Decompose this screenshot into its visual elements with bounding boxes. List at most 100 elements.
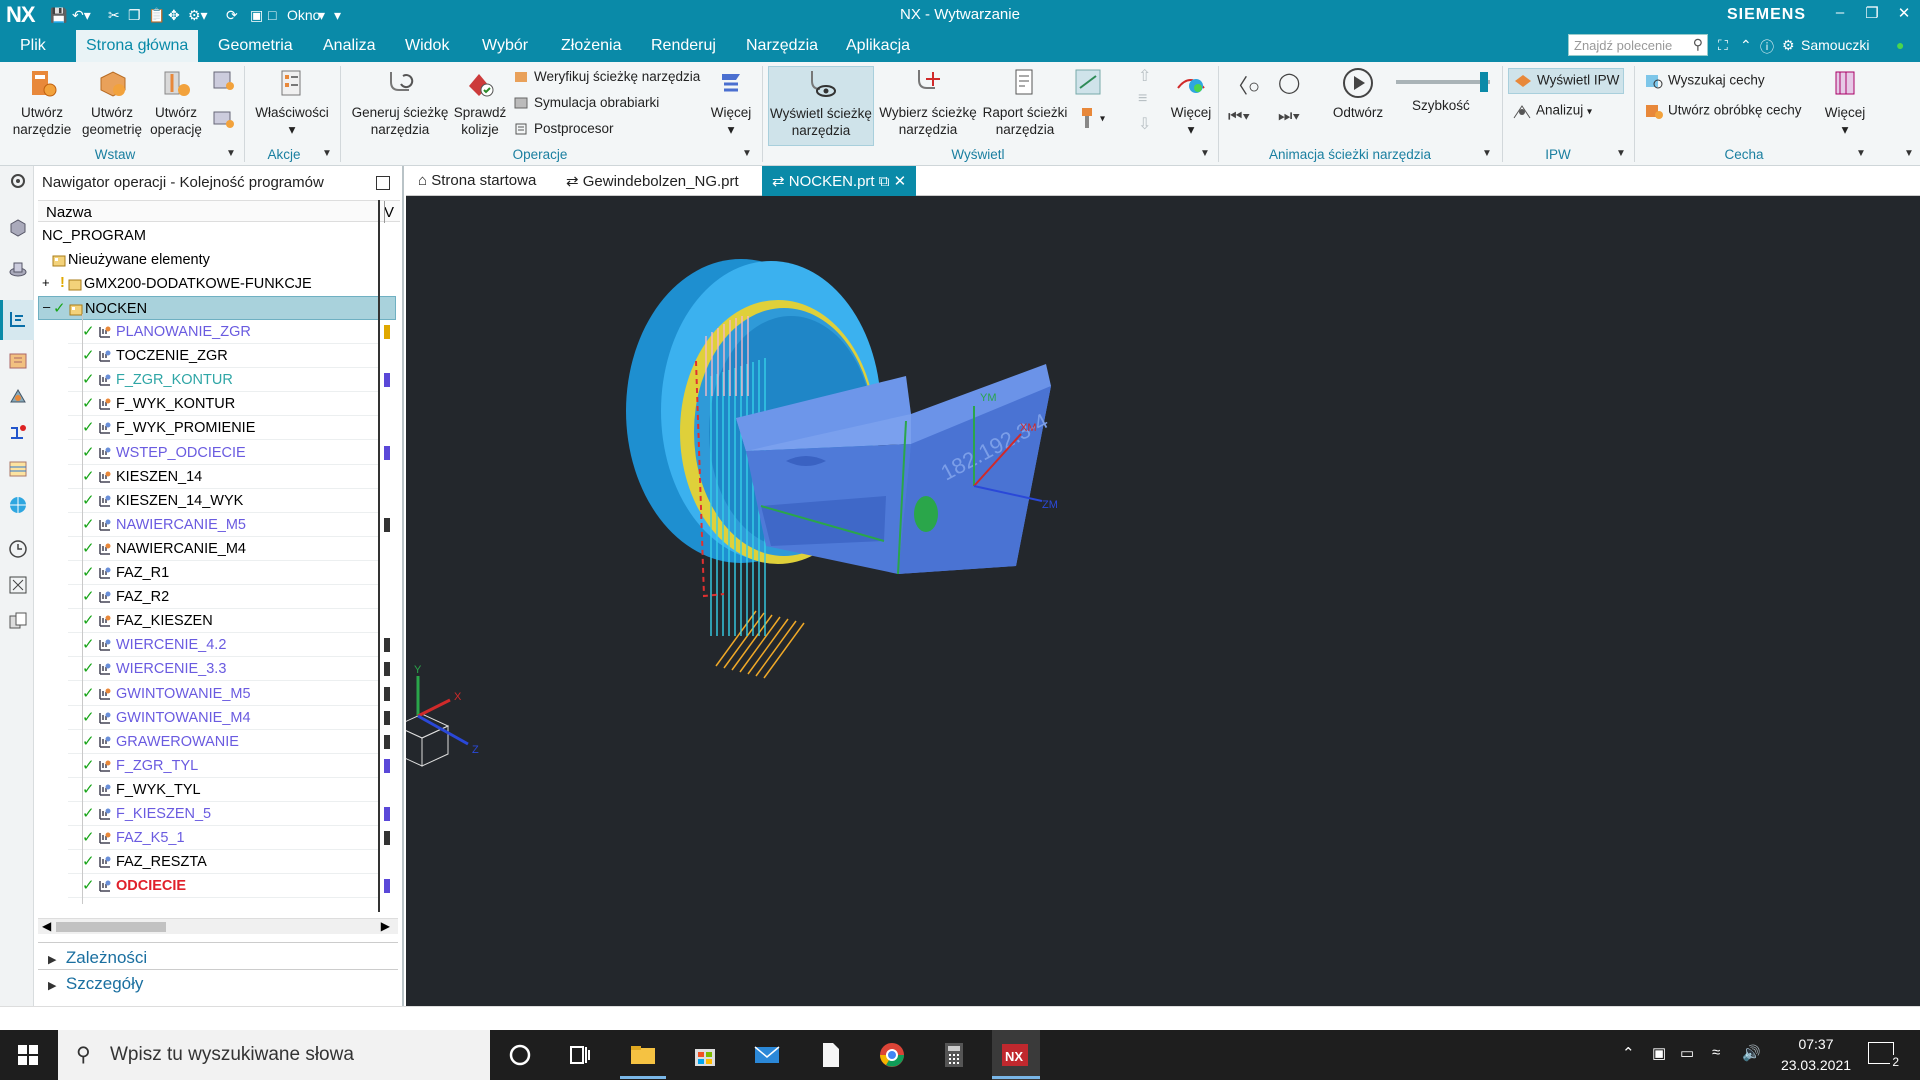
- minimize-icon[interactable]: –: [1826, 4, 1854, 21]
- settings-icon[interactable]: [7, 170, 29, 192]
- ipw-chevron-icon[interactable]: ▼: [1616, 148, 1626, 159]
- operation-row[interactable]: ✓ GWINTOWANIE_M5: [38, 682, 396, 706]
- process-studio-icon[interactable]: [7, 574, 29, 596]
- tree-unused[interactable]: Nieużywane elementy: [38, 248, 396, 272]
- play-button[interactable]: Odtwórz: [1326, 66, 1390, 121]
- create-tool-button[interactable]: Utwórz narzędzie: [12, 66, 72, 138]
- operation-row[interactable]: ✓ F_ZGR_TYL: [38, 754, 396, 778]
- speed-slider-handle[interactable]: [1480, 72, 1488, 92]
- tray-chevron-up-icon[interactable]: ⌃: [1622, 1044, 1635, 1062]
- operation-row[interactable]: ✓ KIESZEN_14: [38, 465, 396, 489]
- akcje-chevron-icon[interactable]: ▼: [322, 148, 332, 159]
- create-operation-button[interactable]: Utwórz operację: [148, 66, 204, 138]
- arrow-down-icon[interactable]: ⇩: [1138, 114, 1151, 134]
- operation-row[interactable]: ✓ F_ZGR_KONTUR: [38, 368, 396, 393]
- create-geometry-button[interactable]: Utwórz geometrię: [80, 66, 144, 138]
- part-navigator-icon[interactable]: [7, 258, 29, 280]
- calculator-icon[interactable]: [939, 1040, 969, 1070]
- operation-row[interactable]: ✓ F_WYK_KONTUR: [38, 392, 396, 417]
- check-collisions-button[interactable]: Sprawdź kolizje: [452, 66, 508, 138]
- operation-row[interactable]: ✓ FAZ_K5_1: [38, 826, 396, 851]
- operation-row[interactable]: ✓ WSTEP_ODCIECIE: [38, 441, 396, 465]
- tray-wifi-icon[interactable]: ≈: [1712, 1044, 1720, 1061]
- create-feature-process-button[interactable]: Utwórz obróbkę cechy: [1644, 102, 1802, 120]
- notifications-icon[interactable]: 2: [1868, 1042, 1901, 1069]
- menu-narzedzia[interactable]: Narzędzia: [746, 37, 818, 55]
- menu-aplikacja[interactable]: Aplikacja: [846, 37, 910, 55]
- roles-icon[interactable]: [7, 610, 29, 632]
- machine-simulation-button[interactable]: Symulacja obrabiarki: [514, 95, 659, 110]
- horizontal-scrollbar[interactable]: ◀ ▶: [38, 918, 398, 934]
- task-view-icon[interactable]: [565, 1040, 595, 1070]
- close-icon[interactable]: ✕: [1890, 4, 1918, 22]
- menu-zlozenia[interactable]: Złożenia: [561, 37, 621, 55]
- display-option2-icon[interactable]: ▾: [1078, 106, 1105, 130]
- tray-volume-icon[interactable]: 🔊: [1742, 1044, 1761, 1062]
- tray-network-drive-icon[interactable]: ▣: [1652, 1044, 1666, 1062]
- operation-row[interactable]: ✓ PLANOWANIE_ZGR: [38, 320, 396, 344]
- skip-forward-icon[interactable]: ⏭▾: [1278, 108, 1300, 126]
- assembly-navigator-icon[interactable]: [7, 216, 29, 238]
- more-features-button[interactable]: Więcej ▾: [1820, 66, 1870, 138]
- machine-tool-navigator-icon[interactable]: [7, 350, 29, 372]
- tree-program-selected[interactable]: – ✓ NOCKEN: [38, 296, 396, 320]
- machining-feature-navigator-icon[interactable]: [7, 386, 29, 408]
- operation-row[interactable]: ✓ F_WYK_PROMIENIE: [38, 416, 396, 441]
- operation-row[interactable]: ✓ KIESZEN_14_WYK: [38, 489, 396, 513]
- speed-slider-track[interactable]: [1396, 80, 1490, 84]
- pause-icon[interactable]: ◯: [1278, 70, 1300, 95]
- operation-row[interactable]: ✓ NAWIERCANIE_M4: [38, 537, 396, 561]
- operation-row[interactable]: ✓ FAZ_KIESZEN: [38, 609, 396, 634]
- cecha-chevron-icon[interactable]: ▼: [1856, 148, 1866, 159]
- operation-row[interactable]: ✓ GWINTOWANIE_M4: [38, 706, 396, 730]
- scroll-right-icon[interactable]: ▶: [381, 919, 390, 933]
- tab-nocken[interactable]: ⇄ NOCKEN.prt ⧉ ✕: [762, 166, 917, 196]
- cortana-icon[interactable]: [505, 1040, 535, 1070]
- document-icon[interactable]: [815, 1040, 845, 1070]
- column-name-header[interactable]: Nazwa: [46, 204, 92, 221]
- animacja-chevron-icon[interactable]: ▼: [1482, 148, 1492, 159]
- operation-row[interactable]: ✓ F_KIESZEN_5: [38, 802, 396, 826]
- fullscreen-icon[interactable]: ⛶: [1718, 37, 1728, 54]
- wstaw-chevron-icon[interactable]: ▼: [226, 148, 236, 159]
- postprocessor-button[interactable]: Postprocesor: [514, 121, 614, 136]
- menu-geometria[interactable]: Geometria: [218, 37, 293, 55]
- scroll-left-icon[interactable]: ◀: [42, 919, 51, 933]
- operation-row[interactable]: ✓ F_WYK_TYL: [38, 778, 396, 802]
- tab-close-icon[interactable]: ✕: [894, 173, 907, 190]
- display-option1-icon[interactable]: [1074, 68, 1106, 96]
- operation-row[interactable]: ✓ GRAWEROWANIE: [38, 730, 396, 754]
- wyswietl-chevron-icon[interactable]: ▼: [1200, 148, 1210, 159]
- tab-float-icon[interactable]: ⧉: [879, 173, 890, 190]
- graphics-window[interactable]: 182.192.3-4 YM XM ZM Y X Z: [406, 196, 1920, 1006]
- operation-row[interactable]: ✓ ODCIECIE: [38, 874, 396, 899]
- tray-clock[interactable]: 07:37 23.03.2021: [1776, 1034, 1856, 1076]
- menu-strona-glowna[interactable]: Strona główna: [76, 30, 199, 62]
- menu-renderuj[interactable]: Renderuj: [651, 37, 716, 55]
- arrow-up-icon[interactable]: ⇧: [1138, 66, 1151, 86]
- dependencies-panel[interactable]: ▶ Zależności: [48, 948, 147, 968]
- windows-start-icon[interactable]: [18, 1045, 38, 1065]
- settings-icon[interactable]: ⚙: [1782, 37, 1795, 54]
- generate-toolpath-button[interactable]: Generuj ścieżkę narzędzia: [348, 66, 452, 138]
- tree-group[interactable]: + ! GMX200-DODATKOWE-FUNKCJE: [38, 272, 396, 296]
- constraints-navigator-icon[interactable]: [7, 422, 29, 444]
- file-explorer-icon[interactable]: [628, 1040, 658, 1070]
- taskbar-search-input[interactable]: ⚲ Wpisz tu wyszukiwane słowa: [58, 1030, 490, 1080]
- find-features-button[interactable]: Wyszukaj cechy: [1644, 72, 1765, 90]
- analyze-button[interactable]: Analizuj ▾: [1512, 102, 1592, 120]
- operation-row[interactable]: ✓ TOCZENIE_ZGR: [38, 344, 396, 369]
- properties-button[interactable]: Właściwości ▾: [252, 66, 332, 138]
- tray-battery-icon[interactable]: ▭: [1680, 1044, 1694, 1062]
- tree-root[interactable]: NC_PROGRAM: [38, 224, 396, 248]
- operation-row[interactable]: ✓ FAZ_R2: [38, 585, 396, 610]
- more-operations-button[interactable]: Więcej ▾: [706, 66, 756, 138]
- help-icon[interactable]: ⓘ: [1760, 37, 1774, 57]
- ribbon-options-chevron-icon[interactable]: ▼: [1904, 148, 1914, 159]
- operacje-chevron-icon[interactable]: ▼: [742, 148, 752, 159]
- menu-plik[interactable]: Plik: [20, 37, 46, 55]
- operation-row[interactable]: ✓ WIERCENIE_3.3: [38, 657, 396, 682]
- restore-icon[interactable]: ❐: [1858, 4, 1886, 22]
- mail-icon[interactable]: [752, 1040, 782, 1070]
- details-panel[interactable]: ▶ Szczegóły: [48, 974, 143, 994]
